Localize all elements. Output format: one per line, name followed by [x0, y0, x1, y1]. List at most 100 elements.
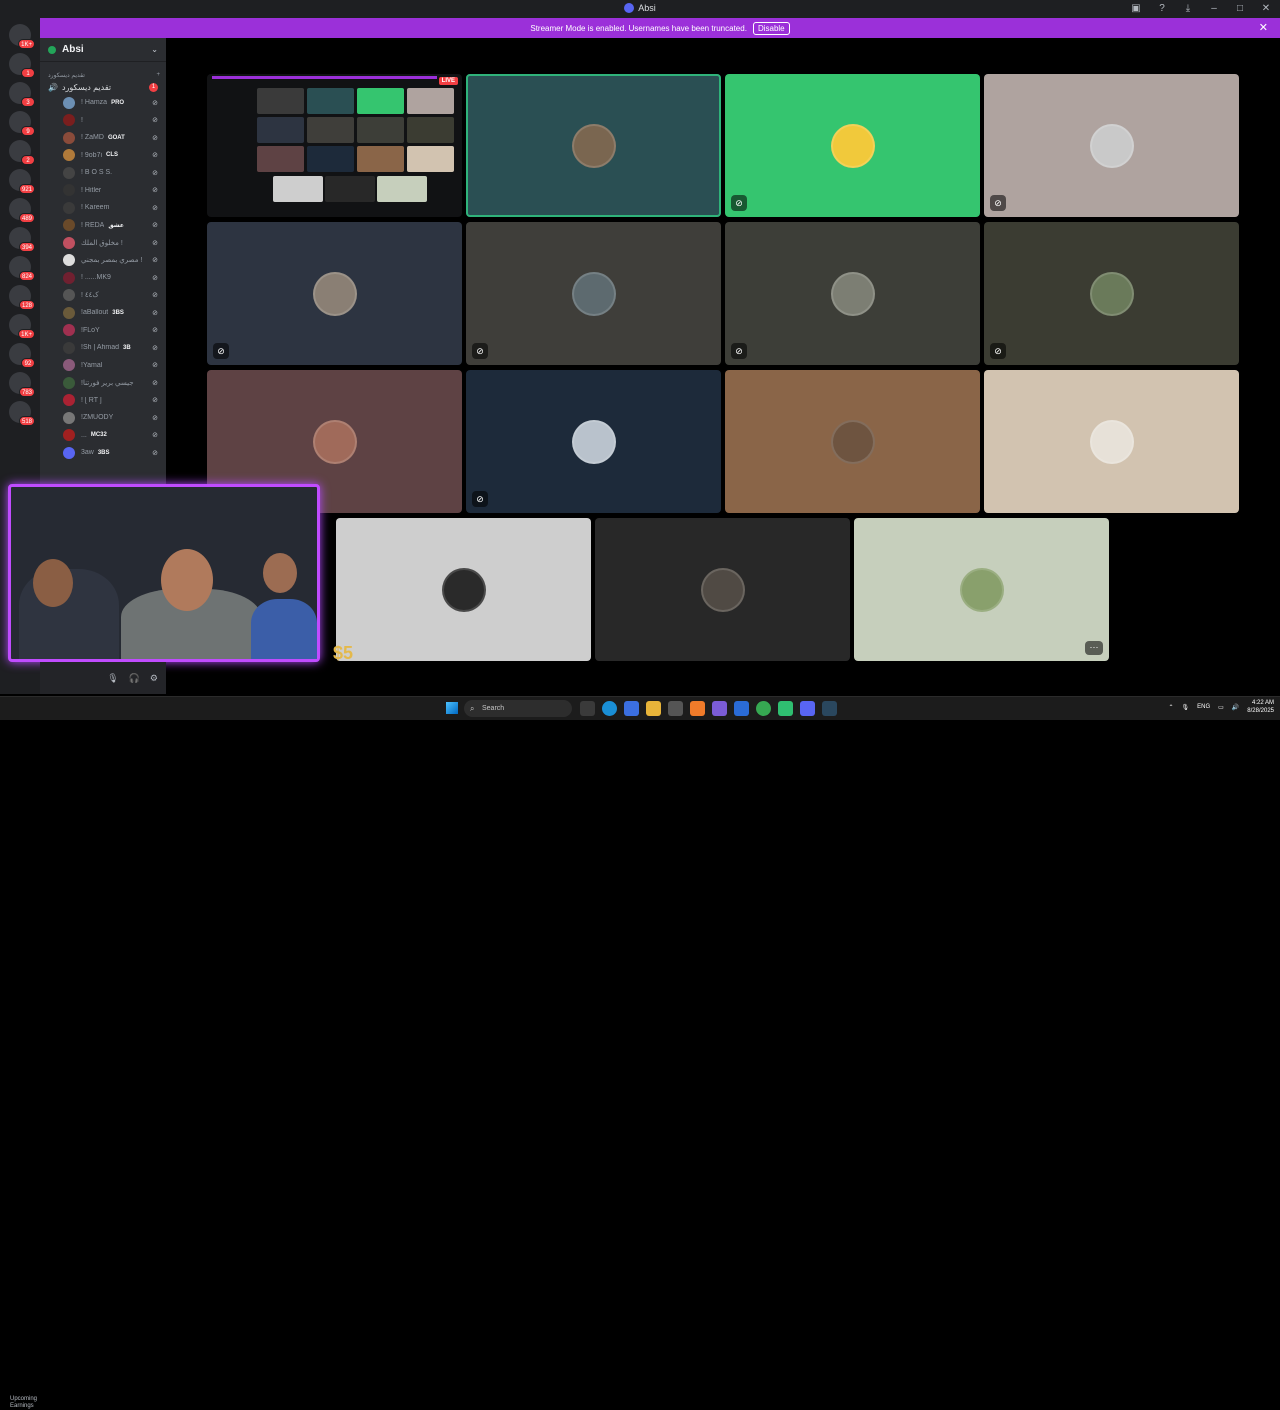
- muted-mic-icon: ⊘: [152, 432, 158, 440]
- server-icon[interactable]: 489: [9, 198, 35, 223]
- voice-member[interactable]: !Sh | Ahmad 3B ⊘: [40, 339, 166, 357]
- participant-tile[interactable]: [984, 370, 1239, 513]
- participant-tile[interactable]: ⊘: [466, 222, 721, 365]
- participant-tile[interactable]: ⊘: [466, 370, 721, 513]
- preview-tile: [357, 117, 404, 143]
- voice-member[interactable]: ! [ RT ] ⊘: [40, 392, 166, 410]
- voice-member[interactable]: ! ......MK9 ⊘: [40, 269, 166, 287]
- server-icon[interactable]: 9: [9, 111, 35, 136]
- copilot-icon[interactable]: [624, 701, 639, 716]
- voice-member[interactable]: ! REDA عشق ⊘: [40, 217, 166, 235]
- voice-member[interactable]: مصري بمصر بمجني ! ⊘: [40, 252, 166, 270]
- server-icon[interactable]: 3: [9, 82, 35, 107]
- search-placeholder: Search: [482, 705, 505, 712]
- voice-member[interactable]: !Yamal ⊘: [40, 357, 166, 375]
- chevron-down-icon[interactable]: ⌄: [151, 45, 158, 54]
- server-icon[interactable]: 2: [9, 140, 35, 165]
- voice-member[interactable]: ... MC32 ⊘: [40, 427, 166, 445]
- taskbar-search[interactable]: ⌕ Search: [464, 700, 572, 717]
- app-green-icon[interactable]: [778, 701, 793, 716]
- channel-category[interactable]: تقديم ديسكورد +: [40, 62, 166, 81]
- steam-icon[interactable]: [822, 701, 837, 716]
- store-icon[interactable]: [668, 701, 683, 716]
- minimize-button[interactable]: –: [1208, 3, 1220, 14]
- member-tag: GOAT: [107, 134, 125, 141]
- server-icon[interactable]: 518: [9, 401, 35, 426]
- participant-tile[interactable]: ⊘: [984, 222, 1239, 365]
- voice-member[interactable]: ! B O S S. ⊘: [40, 164, 166, 182]
- server-icon[interactable]: 824: [9, 256, 35, 281]
- voice-member[interactable]: ! ک٤٤ ⊘: [40, 287, 166, 305]
- help-icon[interactable]: ?: [1156, 3, 1168, 14]
- disable-button[interactable]: Disable: [752, 21, 790, 35]
- participant-tile[interactable]: [595, 518, 850, 661]
- inbox-icon[interactable]: ▣: [1130, 3, 1142, 14]
- server-icon[interactable]: 1K+: [9, 314, 35, 339]
- member-name: مخلوق الملك !: [81, 239, 123, 247]
- server-icon[interactable]: 921: [9, 169, 35, 194]
- clock[interactable]: 4:22 AM 8/28/2025: [1247, 699, 1274, 715]
- server-icon[interactable]: 783: [9, 372, 35, 397]
- voice-member[interactable]: !جيسي برير فورتنا ⊘: [40, 374, 166, 392]
- participant-tile[interactable]: ⊘: [984, 74, 1239, 217]
- voice-member[interactable]: !FLoY ⊘: [40, 322, 166, 340]
- voice-member[interactable]: !ZMUODY ⊘: [40, 409, 166, 427]
- voice-member[interactable]: 3aw 3BS ⊘: [40, 444, 166, 462]
- voice-member[interactable]: مخلوق الملك ! ⊘: [40, 234, 166, 252]
- network-icon[interactable]: ▭: [1218, 704, 1224, 711]
- voice-member[interactable]: ! ⊘: [40, 112, 166, 130]
- participant-avatar: [571, 419, 616, 464]
- avatar: [63, 394, 75, 407]
- participant-avatar: [830, 271, 875, 316]
- discord-icon[interactable]: [800, 701, 815, 716]
- voice-member[interactable]: ! Kareem ⊘: [40, 199, 166, 217]
- app-a-icon[interactable]: [690, 701, 705, 716]
- headset-icon[interactable]: 🎧: [129, 673, 140, 684]
- participant-tile[interactable]: ⊘: [725, 74, 980, 217]
- voice-member[interactable]: ! 9ob7i CLS ⊘: [40, 147, 166, 165]
- member-tag: 3BS: [112, 309, 124, 316]
- server-header[interactable]: Absi ⌄: [40, 38, 166, 62]
- voice-member[interactable]: ! ZaMD GOAT ⊘: [40, 129, 166, 147]
- participant-tile[interactable]: ···: [854, 518, 1109, 661]
- voice-member[interactable]: ! Hitler ⊘: [40, 182, 166, 200]
- participant-tile[interactable]: ⊘: [207, 222, 462, 365]
- voice-member[interactable]: !aBallout 3BS ⊘: [40, 304, 166, 322]
- server-icon[interactable]: 92: [9, 343, 35, 368]
- app-icon[interactable]: [712, 701, 727, 716]
- settings-gear-icon[interactable]: ⚙: [150, 673, 158, 684]
- participant-tile[interactable]: [336, 518, 591, 661]
- task-view-icon[interactable]: [580, 701, 595, 716]
- add-channel-icon[interactable]: +: [156, 72, 160, 79]
- banner-close-icon[interactable]: ✕: [1259, 21, 1268, 34]
- server-icon[interactable]: 128: [9, 285, 35, 310]
- app-doc-icon[interactable]: [734, 701, 749, 716]
- member-name: ! REDA: [81, 221, 105, 229]
- screen-share-tile[interactable]: LIVE: [207, 74, 462, 217]
- avatar: [63, 184, 75, 197]
- voice-channel[interactable]: 🔊 تقديم ديسكورد 1: [40, 81, 166, 94]
- tray-chevron-icon[interactable]: ⌃: [1168, 704, 1173, 711]
- server-icon[interactable]: 394: [9, 227, 35, 252]
- maximize-button[interactable]: □: [1234, 3, 1246, 14]
- chrome-icon[interactable]: [756, 701, 771, 716]
- tray-mic-icon[interactable]: 🎙: [1182, 704, 1190, 711]
- volume-icon[interactable]: 🔊: [1232, 704, 1239, 711]
- earnings-widget[interactable]: Upcoming Earnings: [10, 1396, 37, 1410]
- edge-icon[interactable]: [602, 701, 617, 716]
- participant-tile[interactable]: [466, 74, 721, 217]
- microphone-icon[interactable]: 🎙: [107, 673, 118, 684]
- language-indicator[interactable]: ENG: [1197, 704, 1210, 710]
- file-explorer-icon[interactable]: [646, 701, 661, 716]
- server-badge: 824: [18, 271, 35, 281]
- windows-start-icon[interactable]: [446, 702, 458, 714]
- voice-member[interactable]: ! Hamza PRO ⊘: [40, 94, 166, 112]
- more-options-icon[interactable]: ···: [1085, 641, 1103, 655]
- participant-tile[interactable]: ⊘: [725, 222, 980, 365]
- member-tag: 3BS: [97, 449, 110, 456]
- close-window-button[interactable]: ✕: [1260, 3, 1272, 14]
- download-icon[interactable]: ⤓: [1182, 3, 1194, 14]
- server-icon[interactable]: 1K+: [9, 24, 35, 49]
- server-icon[interactable]: 1: [9, 53, 35, 78]
- participant-tile[interactable]: [725, 370, 980, 513]
